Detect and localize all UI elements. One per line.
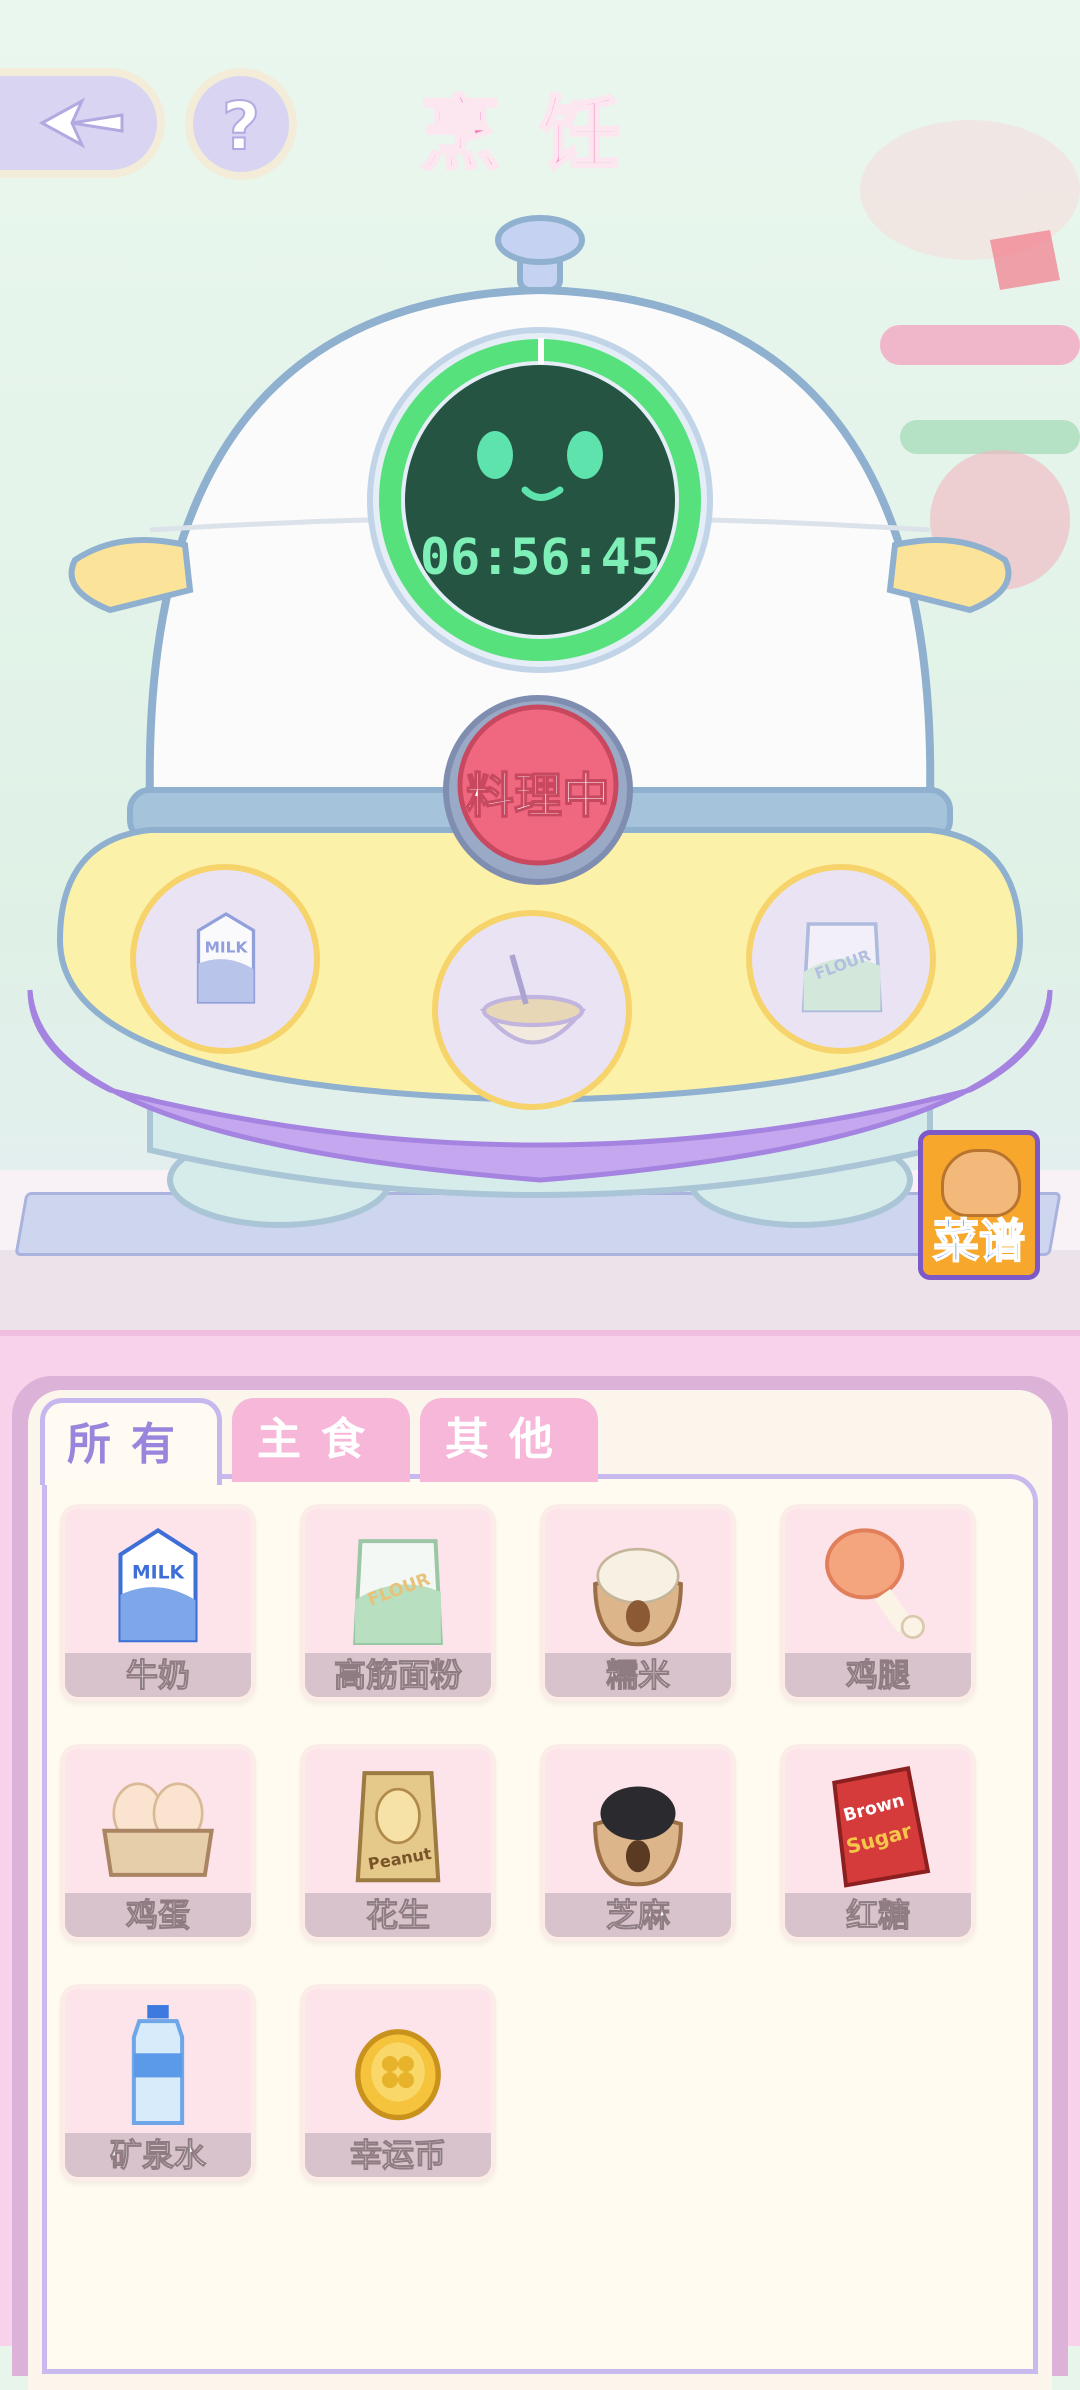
item-name: 高筋面粉	[305, 1653, 491, 1697]
item-glutinous-rice[interactable]: 糯米	[540, 1504, 736, 1702]
help-button[interactable]: ?	[185, 68, 297, 180]
milk-text: MILK	[205, 939, 249, 957]
item-bread-flour[interactable]: FLOUR 高筋面粉	[300, 1504, 496, 1702]
item-name: 糯米	[545, 1653, 731, 1697]
ingredient-slot-1[interactable]: MILK	[130, 864, 320, 1054]
item-sesame[interactable]: 芝麻	[540, 1744, 736, 1942]
item-chicken-leg[interactable]: 鸡腿	[780, 1504, 976, 1702]
item-milk[interactable]: MILK 牛奶	[60, 1504, 256, 1702]
sesame-sack-icon	[593, 1786, 683, 1887]
milk-text: MILK	[132, 1563, 186, 1584]
cooking-status-button[interactable]: 料理中	[450, 756, 626, 826]
tab-staple[interactable]: 主食	[232, 1398, 410, 1482]
item-name: 鸡蛋	[65, 1893, 251, 1937]
ingredient-slot-2[interactable]	[432, 910, 632, 1110]
recipe-book-button[interactable]: 菜谱	[918, 1130, 1040, 1280]
lucky-coin-icon	[355, 2029, 441, 2121]
item-name: 幸运币	[305, 2133, 491, 2177]
item-name: 花生	[305, 1893, 491, 1937]
item-eggs[interactable]: 鸡蛋	[60, 1744, 256, 1942]
tab-other[interactable]: 其他	[420, 1398, 598, 1482]
milk-carton-icon: MILK	[196, 912, 256, 1004]
recipe-book-label: 菜谱	[932, 1213, 1026, 1269]
back-button[interactable]	[0, 68, 165, 178]
water-bottle-icon	[131, 2005, 185, 2125]
help-icon: ?	[221, 87, 261, 166]
milk-carton-icon: MILK	[118, 1528, 198, 1643]
page-title: 烹饪	[419, 86, 660, 183]
item-mineral-water[interactable]: 矿泉水	[60, 1984, 256, 2182]
brown-sugar-bag-icon: Brown Sugar	[832, 1765, 931, 1888]
rice-sack-icon	[593, 1547, 683, 1647]
item-name: 鸡腿	[785, 1653, 971, 1697]
egg-carton-icon	[102, 1782, 214, 1877]
item-peanut[interactable]: Peanut 花生	[300, 1744, 496, 1942]
chicken-leg-icon	[825, 1528, 925, 1639]
header: ? 烹饪	[0, 0, 1080, 200]
back-arrow-icon	[38, 97, 124, 149]
item-name: 红糖	[785, 1893, 971, 1937]
kitchen-scene: MILK FLOUR 06:56:45 料理中 ? 烹饪 菜谱	[0, 0, 1080, 1330]
timer-display: 06:56:45	[420, 528, 661, 586]
item-lucky-coin[interactable]: 幸运币	[300, 1984, 496, 2182]
item-brown-sugar[interactable]: Brown Sugar 红糖	[780, 1744, 976, 1942]
flour-bag-icon: FLOUR	[353, 1539, 443, 1645]
ingredient-slot-3[interactable]: FLOUR	[746, 864, 936, 1054]
flour-bag-icon: FLOUR	[801, 922, 883, 1013]
item-name: 矿泉水	[65, 2133, 251, 2177]
item-name: 芝麻	[545, 1893, 731, 1937]
item-name: 牛奶	[65, 1653, 251, 1697]
peanut-bag-icon: Peanut	[355, 1771, 441, 1883]
tab-all[interactable]: 所有	[40, 1398, 222, 1485]
mixing-bowl-icon	[479, 954, 587, 1045]
